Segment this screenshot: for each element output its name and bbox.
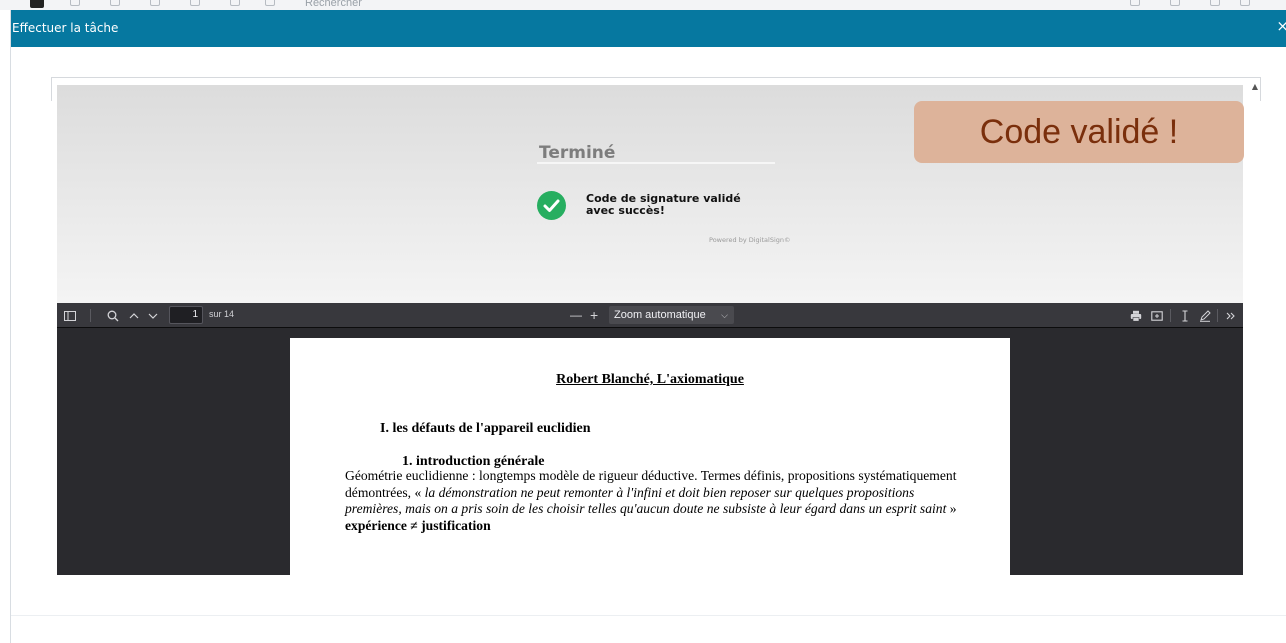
pdf-toolbar: 1 sur 14 — + Zoom automatique ⌵: [57, 303, 1243, 328]
sidebar-toggle-icon[interactable]: [64, 307, 76, 324]
text-cursor-icon[interactable]: [1179, 307, 1191, 324]
zoom-select[interactable]: Zoom automatique ⌵: [609, 306, 734, 324]
chevron-up-icon[interactable]: [128, 307, 140, 324]
task-modal: Effectuer la tâche × ▲ Terminé Code de s…: [10, 10, 1286, 643]
toolbar-separator: [1170, 309, 1171, 322]
background-search-input: Rechercher: [305, 0, 362, 9]
toolbar-icon: [110, 0, 120, 6]
toolbar-icon: [1240, 0, 1250, 6]
print-icon[interactable]: [1130, 307, 1142, 324]
toolbar-icon: [150, 0, 160, 6]
document-title: Robert Blanché, L'axiomatique: [556, 372, 744, 387]
powered-by-label: Powered by DigitalSign©: [709, 236, 791, 244]
toolbar-icon: [190, 0, 200, 6]
signature-panel: Terminé Code de signature validé avec su…: [57, 85, 1244, 303]
signature-status-title: Terminé: [539, 143, 616, 163]
modal-title: Effectuer la tâche: [12, 21, 119, 35]
pdf-page: Robert Blanché, L'axiomatique I. les déf…: [290, 338, 1010, 575]
toolbar-icon: [265, 0, 275, 6]
document-heading: I. les défauts de l'appareil euclidien: [380, 421, 591, 436]
toolbar-icon: [1170, 0, 1180, 6]
paragraph-quote: la démonstration ne peut remonter à l'in…: [345, 484, 947, 517]
toolbar-icon: [70, 0, 80, 6]
chevron-down-icon: ⌵: [721, 310, 728, 320]
toolbar-separator: [1217, 309, 1218, 322]
signature-success-message: Code de signature validé avec succès!: [586, 193, 786, 217]
chevron-down-icon[interactable]: [147, 307, 159, 324]
toolbar-icon: [1210, 0, 1220, 6]
background-app-toolbar: Rechercher: [0, 0, 1286, 10]
draw-icon[interactable]: [1199, 307, 1211, 324]
paragraph-bold-line: expérience ≠ justification: [345, 517, 491, 533]
double-chevron-right-icon[interactable]: [1225, 307, 1237, 324]
scroll-caret-icon[interactable]: ▲: [1252, 82, 1258, 91]
code-validated-badge: Code validé !: [914, 101, 1244, 163]
page-count-label: sur 14: [209, 309, 235, 319]
zoom-select-value: Zoom automatique: [614, 309, 706, 321]
title-underline: [537, 162, 775, 164]
page-number-input[interactable]: 1: [169, 306, 203, 324]
toolbar-separator: [90, 309, 91, 322]
document-paragraph: Géométrie euclidienne : longtemps modèle…: [345, 468, 965, 534]
app-logo-icon: [30, 0, 44, 8]
modal-footer-divider: [11, 615, 1286, 616]
modal-header: Effectuer la tâche ×: [11, 10, 1286, 47]
zoom-out-button[interactable]: —: [570, 307, 582, 324]
pdf-viewer: 1 sur 14 — + Zoom automatique ⌵ Robert B…: [57, 303, 1243, 575]
toolbar-icon: [230, 0, 240, 6]
toolbar-icon: [1130, 0, 1140, 6]
success-check-icon: [537, 191, 566, 220]
paragraph-text: »: [946, 501, 957, 516]
success-message-line: avec succès!: [586, 204, 665, 217]
close-icon[interactable]: ×: [1276, 19, 1286, 34]
open-file-icon[interactable]: [1151, 307, 1163, 324]
zoom-in-button[interactable]: +: [590, 307, 598, 324]
search-icon[interactable]: [107, 307, 119, 324]
